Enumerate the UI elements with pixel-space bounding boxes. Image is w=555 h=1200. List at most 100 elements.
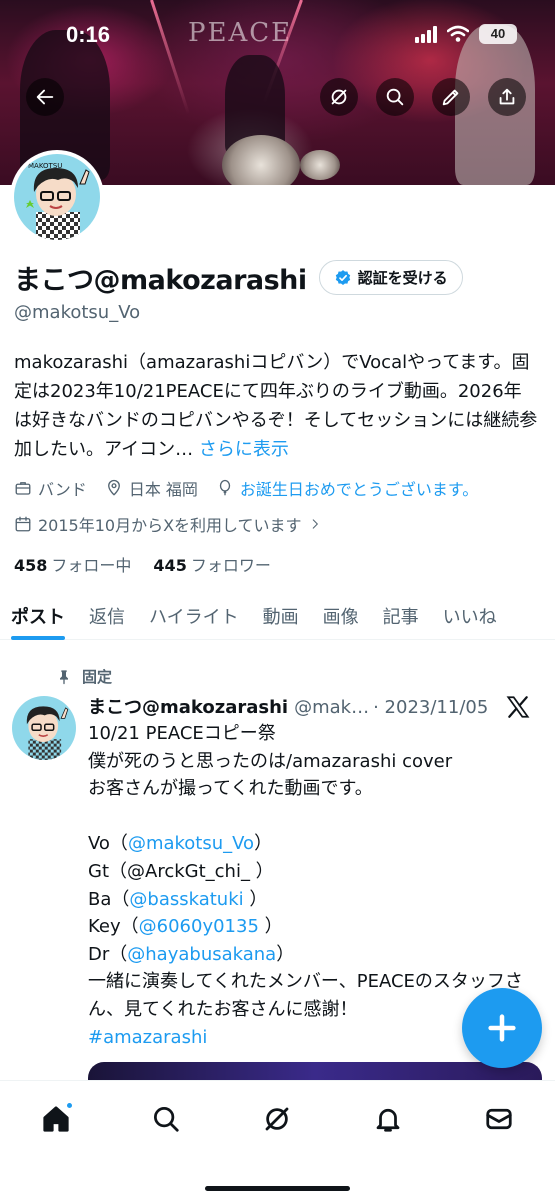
grok-icon — [265, 1107, 289, 1131]
tab-likes[interactable]: いいね — [443, 590, 497, 639]
followers-count: 445 — [153, 556, 187, 575]
avatar-illustration: MAKOTSU — [14, 154, 100, 240]
credit-prefix: Dr（ — [88, 943, 128, 965]
edit-button[interactable] — [432, 78, 470, 116]
get-verified-label: 認証を受ける — [357, 269, 448, 287]
avatar-character-icon — [26, 706, 69, 760]
drum-kit — [222, 135, 300, 185]
profile-bio: makozarashi（amazarashiコピバン）でVocalやってます。固… — [14, 348, 539, 464]
tweet-author-avatar[interactable] — [12, 696, 76, 760]
home-indicator — [205, 1186, 350, 1191]
nav-notifications[interactable] — [368, 1099, 408, 1139]
mention-link[interactable]: @basskatuki — [129, 889, 243, 910]
following-count: 458 — [14, 556, 48, 575]
share-icon — [499, 88, 515, 105]
vo-credit: Vo（@makotsu_Vo） — [88, 833, 272, 854]
credit-suffix: ） — [243, 888, 268, 910]
credit-prefix: Key（ — [88, 916, 139, 938]
notification-dot — [65, 1101, 74, 1110]
follow-stats: 458 フォロー中 445 フォロワー — [14, 552, 271, 576]
chevron-right-icon — [312, 519, 318, 529]
profile-meta: バンド 日本 福岡 お誕生日おめでとうございます。 — [14, 476, 478, 500]
credit-suffix: ） — [258, 916, 283, 938]
profile-location: 日本 福岡 — [105, 476, 198, 500]
tab-posts[interactable]: ポスト — [11, 590, 65, 640]
credit-suffix: ） — [254, 833, 273, 855]
birthday-label: お誕生日おめでとうございます。 — [239, 480, 479, 499]
tab-articles[interactable]: 記事 — [383, 590, 419, 639]
mention-link[interactable]: @hayabusakana — [127, 944, 276, 965]
status-time: 0:16 — [66, 22, 111, 47]
profile-joined[interactable]: 2015年10月からXを利用しています — [14, 512, 322, 536]
profile-handle: @makotsu_Vo — [14, 302, 141, 323]
cellular-signal-icon — [415, 25, 437, 43]
mention-link[interactable]: @makotsu_Vo — [128, 833, 254, 854]
profile-avatar[interactable]: MAKOTSU — [10, 150, 104, 244]
status-icons: 40 — [415, 24, 517, 44]
pinned-indicator: 固定 — [56, 666, 112, 687]
mention-link[interactable]: @6060y0135 — [139, 916, 259, 937]
status-bar: 0:16 40 — [0, 0, 555, 70]
tab-videos[interactable]: 動画 — [263, 590, 299, 639]
tweet-line: 10/21 PEACEコピー祭 — [88, 723, 276, 744]
followers-link[interactable]: 445 フォロワー — [153, 552, 270, 576]
pinned-label: 固定 — [82, 668, 113, 686]
tweet-line: お客さんが撮ってくれた動画です。 — [88, 778, 373, 800]
x-logo-icon[interactable] — [505, 694, 531, 720]
bell-icon — [376, 1108, 400, 1132]
bottom-navigation — [0, 1080, 555, 1200]
search-icon — [386, 88, 404, 106]
tab-photos[interactable]: 画像 — [323, 590, 359, 639]
gt-credit: Gt（@ArckGt_chi_ ） — [88, 860, 274, 882]
tweet-header: まこつ@makozarashi @mak… · 2023/11/05 — [88, 693, 508, 719]
share-button[interactable] — [488, 78, 526, 116]
nav-messages[interactable] — [479, 1099, 519, 1139]
tab-replies[interactable]: 返信 — [89, 590, 125, 639]
compose-post-button[interactable] — [462, 988, 542, 1068]
followers-label: フォロワー — [190, 556, 271, 575]
drum-kit — [300, 150, 340, 180]
pencil-icon — [442, 89, 459, 106]
search-button[interactable] — [376, 78, 414, 116]
name-row: まこつ@makozarashi 認証を受ける — [14, 258, 463, 297]
show-more-link[interactable]: さらに表示 — [199, 439, 289, 460]
battery-indicator: 40 — [479, 24, 517, 44]
location-pin-icon — [107, 479, 120, 496]
credit-suffix: ） — [276, 943, 295, 965]
key-credit: Key（@6060y0135 ） — [88, 916, 283, 937]
mail-icon — [486, 1108, 512, 1130]
wifi-icon — [447, 25, 469, 42]
profile-tabs: ポスト 返信 ハイライト 動画 画像 記事 いいね — [0, 590, 555, 640]
nav-grok[interactable] — [257, 1099, 297, 1139]
display-name: まこつ@makozarashi — [14, 265, 307, 296]
arrow-left-icon — [36, 89, 54, 105]
nav-search[interactable] — [146, 1099, 186, 1139]
ba-credit: Ba（@basskatuki ） — [88, 889, 267, 910]
grok-button[interactable] — [320, 78, 358, 116]
nav-home[interactable] — [36, 1099, 76, 1139]
get-verified-button[interactable]: 認証を受ける — [318, 260, 463, 295]
tweet-date[interactable]: · 2023/11/05 — [373, 697, 488, 718]
plus-icon — [488, 1014, 516, 1042]
search-icon — [154, 1107, 179, 1132]
following-label: フォロー中 — [51, 556, 132, 575]
credit-prefix: Vo（ — [88, 833, 128, 855]
tab-highlights[interactable]: ハイライト — [149, 590, 239, 639]
back-button[interactable] — [26, 78, 64, 116]
hashtag-link[interactable]: #amazarashi — [88, 1027, 207, 1048]
profile-birthday[interactable]: お誕生日おめでとうございます。 — [216, 476, 478, 500]
tweet-author-handle[interactable]: @mak… — [294, 697, 369, 718]
location-label: 日本 福岡 — [128, 480, 198, 499]
avatar-character-icon: MAKOTSU — [26, 162, 90, 240]
svg-text:MAKOTSU: MAKOTSU — [28, 162, 62, 170]
category-label: バンド — [38, 480, 87, 499]
tweet-author-name[interactable]: まこつ@makozarashi — [88, 693, 288, 719]
verified-badge-icon — [335, 269, 350, 285]
following-link[interactable]: 458 フォロー中 — [14, 552, 131, 576]
grok-icon — [331, 89, 347, 105]
briefcase-icon — [15, 482, 31, 495]
pin-icon — [60, 669, 68, 684]
dr-credit: Dr（@hayabusakana） — [88, 944, 294, 965]
profile-joined-row[interactable]: 2015年10月からXを利用しています — [14, 512, 322, 536]
profile-category: バンド — [14, 476, 87, 500]
